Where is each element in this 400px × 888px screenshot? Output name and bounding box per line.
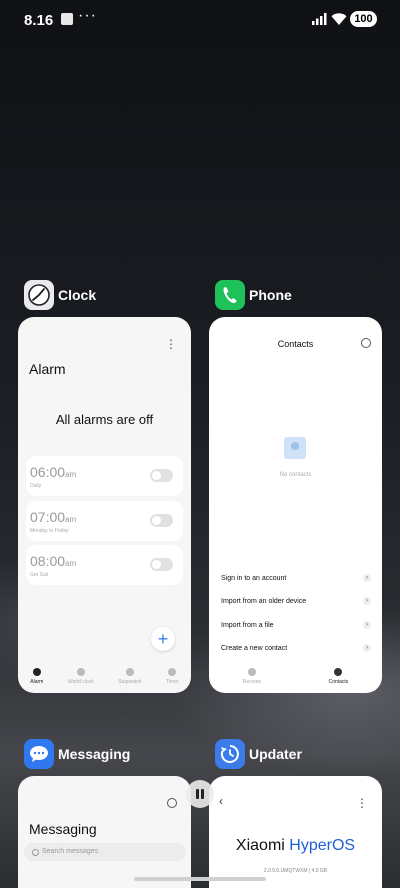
bottom-nav: Alarm World clock Stopwatch Timer <box>18 659 191 693</box>
globe-icon <box>76 668 85 676</box>
signal-icon <box>312 13 327 25</box>
nav-alarm[interactable]: Alarm <box>30 659 43 693</box>
updater-app-icon[interactable] <box>215 739 245 769</box>
alarm-icon <box>32 668 41 676</box>
home-indicator[interactable] <box>134 877 266 881</box>
app-header-phone[interactable]: Phone <box>215 280 292 310</box>
option-create-contact[interactable]: Create a new contact › <box>221 644 371 652</box>
empty-message: No contacts <box>279 472 312 478</box>
hourglass-icon <box>168 668 177 676</box>
option-import-file[interactable]: Import from a file › <box>221 621 371 629</box>
search-input[interactable]: Search messages <box>24 843 186 861</box>
notification-icon <box>61 13 73 25</box>
app-header-updater[interactable]: Updater <box>215 739 302 769</box>
alarm-row[interactable]: 08:00am Get Sub <box>26 545 183 585</box>
screen-title: Messaging <box>29 821 97 837</box>
nav-stopwatch[interactable]: Stopwatch <box>118 659 142 693</box>
option-import-device[interactable]: Import from an older device › <box>221 597 371 605</box>
more-options-icon[interactable]: ⋮ <box>165 337 177 351</box>
messaging-app-icon[interactable] <box>24 739 54 769</box>
settings-gear-icon[interactable] <box>167 798 177 808</box>
app-name-messaging: Messaging <box>58 746 131 762</box>
add-alarm-button[interactable]: + <box>151 627 175 651</box>
person-icon <box>334 668 343 676</box>
recent-card-phone[interactable]: Contacts No contacts Sign in to an accou… <box>209 317 382 693</box>
app-name-updater: Updater <box>249 746 302 762</box>
phone-app-icon[interactable] <box>215 280 245 310</box>
alarm-toggle[interactable] <box>150 558 173 571</box>
recent-card-messaging[interactable]: Messaging Search messages <box>18 776 191 888</box>
app-header-messaging[interactable]: Messaging <box>24 739 130 769</box>
alarm-repeat: Daily <box>30 483 42 489</box>
app-header-clock[interactable]: Clock <box>24 280 96 310</box>
keypad-icon <box>247 668 256 676</box>
app-name-clock: Clock <box>58 287 97 303</box>
back-arrow-icon[interactable]: ‹ <box>219 794 223 808</box>
clear-all-button[interactable] <box>186 780 214 808</box>
version-info: 2.0.5.0.UMQTWXM | 4.0 GB <box>263 868 328 874</box>
nav-recents[interactable]: Recents <box>243 663 261 693</box>
screen-title: Alarm <box>29 361 66 377</box>
alarm-toggle[interactable] <box>150 514 173 527</box>
alarm-row[interactable]: 06:00am Daily <box>26 456 183 496</box>
chevron-right-icon: › <box>363 574 371 582</box>
contacts-placeholder-icon <box>284 437 306 459</box>
status-time: 8.16 <box>24 12 54 29</box>
alarm-row[interactable]: 07:00am Monday to Friday <box>26 501 183 541</box>
chevron-right-icon: › <box>363 644 371 652</box>
alarm-repeat: Get Sub <box>30 572 49 578</box>
more-notifications-icon: ··· <box>78 7 97 24</box>
more-options-icon[interactable]: ⋮ <box>356 796 368 810</box>
bottom-nav: Recents Contacts <box>209 663 382 693</box>
option-sign-in[interactable]: Sign in to an account › <box>221 574 371 582</box>
screen-title: Contacts <box>277 339 314 349</box>
wifi-icon <box>331 13 347 25</box>
recent-card-updater[interactable]: ‹ ⋮ Xiaomi HyperOS 2.0.5.0.UMQTWXM | 4.0… <box>209 776 382 888</box>
battery-icon: 100 <box>350 11 377 27</box>
app-name-phone: Phone <box>249 287 292 303</box>
nav-timer[interactable]: Timer <box>166 659 179 693</box>
status-bar: 8.16 ··· 100 <box>0 0 400 40</box>
alarm-time: 06:00am <box>30 464 77 480</box>
alarm-toggle[interactable] <box>150 469 173 482</box>
recent-card-clock[interactable]: ⋮ Alarm All alarms are off 06:00am Daily… <box>18 317 191 693</box>
stopwatch-icon <box>125 668 134 676</box>
chevron-right-icon: › <box>363 597 371 605</box>
alarm-time: 07:00am <box>30 509 77 525</box>
empty-message: All alarms are off <box>55 412 154 427</box>
alarm-time: 08:00am <box>30 553 77 569</box>
alarm-repeat: Monday to Friday <box>30 528 69 534</box>
nav-world-clock[interactable]: World clock <box>68 659 94 693</box>
trash-icon <box>196 789 204 799</box>
clock-app-icon[interactable] <box>24 280 54 310</box>
brand-title: Xiaomi HyperOS <box>235 837 356 854</box>
settings-gear-icon[interactable] <box>361 338 371 348</box>
chevron-right-icon: › <box>363 621 371 629</box>
nav-contacts[interactable]: Contacts <box>329 663 348 693</box>
